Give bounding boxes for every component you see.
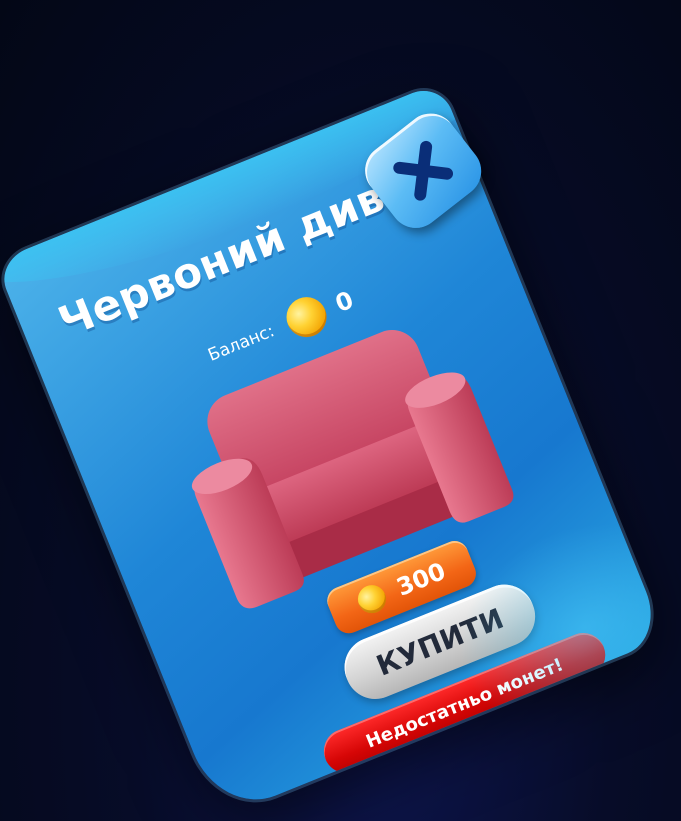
- coin-icon: [280, 290, 333, 344]
- close-icon: [393, 140, 454, 201]
- shop-item-popup: Червоний диван Баланс: 0 300 КУПИТИ Недо…: [0, 81, 665, 819]
- balance-value: 0: [331, 285, 358, 318]
- popup-panel: Червоний диван Баланс: 0 300 КУПИТИ Недо…: [0, 81, 665, 819]
- coin-icon: [353, 580, 391, 618]
- price-value: 300: [392, 556, 450, 602]
- balance-label: Баланс:: [205, 321, 278, 366]
